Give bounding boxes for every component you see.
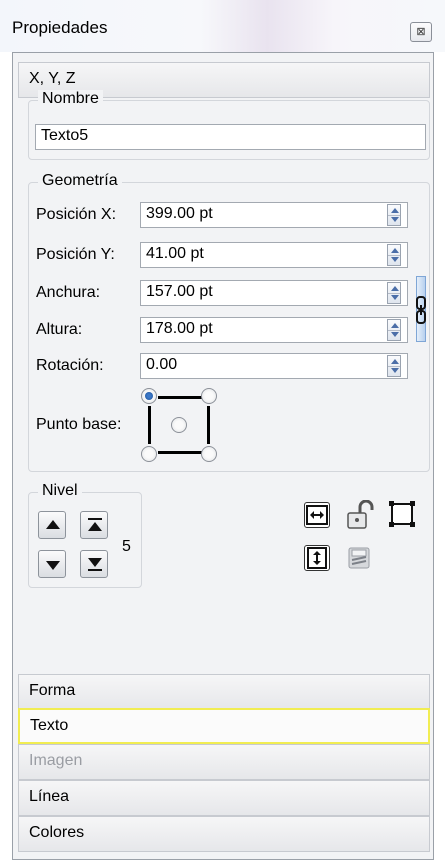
base-point-top-right-radio[interactable] — [201, 388, 217, 404]
fit-width-button[interactable] — [304, 502, 330, 528]
print-icon[interactable] — [346, 544, 374, 574]
panel-title: Propiedades — [12, 18, 108, 37]
anchura-input[interactable]: 157.00 pt — [140, 280, 408, 306]
level-bottom-button[interactable] — [80, 550, 108, 578]
base-point-frame-bottom — [158, 451, 204, 454]
fit-height-button[interactable] — [304, 545, 330, 571]
keep-ratio-link-icon[interactable] — [416, 276, 426, 342]
nombre-input[interactable]: Texto5 — [35, 124, 426, 150]
chain-icon — [416, 296, 426, 324]
pos-y-input[interactable]: 41.00 pt — [140, 242, 408, 268]
pos-x-label: Posición X: — [36, 206, 117, 223]
rotacion-spinner[interactable] — [387, 355, 401, 377]
section-colores[interactable]: Colores — [18, 816, 430, 852]
base-point-bottom-left-radio[interactable] — [141, 446, 157, 462]
base-point-center-radio[interactable] — [171, 417, 187, 433]
nombre-legend: Nombre — [38, 90, 103, 108]
nivel-legend: Nivel — [38, 482, 82, 500]
vertical-arrows-icon — [307, 547, 327, 569]
punto-base-label: Punto base: — [36, 416, 122, 433]
base-point-top-left-radio[interactable] — [141, 388, 157, 404]
base-point-selector — [140, 386, 220, 466]
pos-y-label: Posición Y: — [36, 246, 115, 263]
section-imagen: Imagen — [18, 744, 430, 780]
base-point-bottom-right-radio[interactable] — [201, 446, 217, 462]
altura-input[interactable]: 178.00 pt — [140, 317, 408, 343]
section-forma[interactable]: Forma — [18, 674, 430, 710]
altura-label: Altura: — [36, 321, 83, 338]
pos-x-spinner[interactable] — [387, 204, 401, 226]
anchura-label: Anchura: — [36, 284, 101, 301]
pos-x-input[interactable]: 399.00 pt — [140, 202, 408, 228]
horizontal-arrows-icon — [306, 505, 328, 525]
rotacion-label: Rotación: — [36, 357, 104, 374]
level-down-button[interactable] — [38, 550, 66, 578]
section-linea[interactable]: Línea — [18, 780, 430, 816]
base-point-frame-top — [158, 396, 204, 399]
level-up-button[interactable] — [38, 511, 66, 539]
altura-spinner[interactable] — [387, 319, 401, 341]
frame-icon — [389, 501, 415, 527]
lock-icon[interactable] — [346, 499, 374, 530]
level-value: 5 — [122, 538, 131, 555]
close-icon[interactable]: ⊠ — [410, 22, 432, 42]
base-point-frame-right — [207, 406, 210, 444]
pos-y-spinner[interactable] — [387, 244, 401, 266]
base-point-frame-left — [148, 406, 151, 444]
level-top-button[interactable] — [80, 511, 108, 539]
geometria-legend: Geometría — [38, 172, 122, 190]
crop-frame-button[interactable] — [388, 500, 416, 530]
anchura-spinner[interactable] — [387, 282, 401, 304]
rotacion-input[interactable]: 0.00 — [140, 353, 408, 379]
section-texto[interactable]: Texto — [18, 708, 430, 744]
